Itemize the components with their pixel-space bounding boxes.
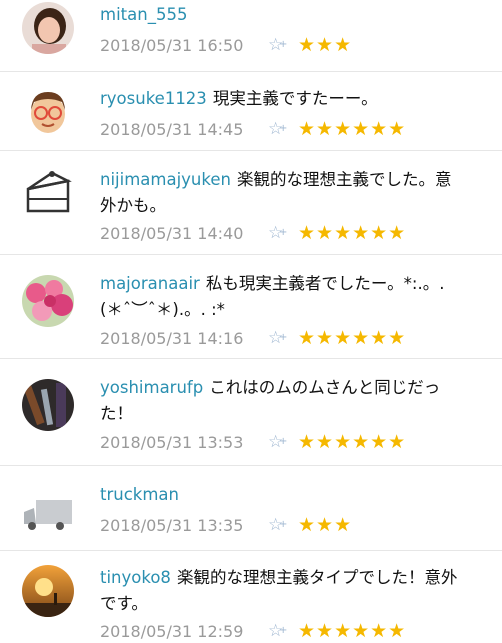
username-link[interactable]: tinyoko8: [100, 568, 171, 587]
flowers-avatar[interactable]: [22, 275, 74, 327]
truck-avatar[interactable]: [22, 486, 74, 538]
sunset-avatar[interactable]: [22, 565, 74, 617]
timestamp: 2018/05/31 16:50: [100, 35, 244, 55]
username-link[interactable]: yoshimarufp: [100, 378, 203, 397]
add-star-icon[interactable]: ☆ +: [268, 621, 298, 641]
star-rating: ★★★★★★: [298, 431, 407, 453]
username-link[interactable]: truckman: [100, 485, 179, 504]
username-link[interactable]: majoranaair: [100, 274, 200, 293]
cartoon-man-avatar[interactable]: [22, 86, 74, 138]
timestamp: 2018/05/31 13:53: [100, 432, 244, 452]
comment-item: tinyoko8 楽観的な理想主義タイプでした！意外です。 2018/05/31 …: [0, 551, 502, 642]
cake-slice-avatar[interactable]: [22, 167, 74, 219]
star-rating: ★★★★★★: [298, 620, 407, 642]
comment-item: nijimamajyuken 楽観的な理想主義でした。意外かも。 2018/05/…: [0, 151, 502, 255]
timestamp: 2018/05/31 14:16: [100, 328, 244, 348]
add-star-icon[interactable]: ☆ +: [268, 35, 298, 55]
comment-item: truckman 2018/05/31 13:35 ☆ + ★★★: [0, 466, 502, 551]
timestamp: 2018/05/31 12:59: [100, 621, 244, 641]
comment-item: yoshimarufp これはのムのムさんと同じだった！ 2018/05/31 1…: [0, 359, 502, 466]
star-rating: ★★★★★★: [298, 118, 407, 140]
add-star-icon[interactable]: ☆ +: [268, 223, 298, 243]
timestamp: 2018/05/31 14:40: [100, 223, 244, 243]
comment-item: ryosuke1123 現実主義ですたーー。 2018/05/31 14:45 ☆…: [0, 72, 502, 151]
timestamp: 2018/05/31 14:45: [100, 119, 244, 139]
add-star-icon[interactable]: ☆ +: [268, 515, 298, 535]
add-star-icon[interactable]: ☆ +: [268, 328, 298, 348]
username-link[interactable]: ryosuke1123: [100, 89, 207, 108]
username-link[interactable]: mitan_555: [100, 5, 187, 24]
star-rating: ★★★★★★: [298, 327, 407, 349]
add-star-icon[interactable]: ☆ +: [268, 432, 298, 452]
star-rating: ★★★: [298, 514, 353, 536]
star-rating: ★★★: [298, 34, 353, 56]
guitar-avatar[interactable]: [22, 379, 74, 431]
timestamp: 2018/05/31 13:35: [100, 515, 244, 535]
username-link[interactable]: nijimamajyuken: [100, 170, 231, 189]
comment-item: majoranaair 私も現実主義者でしたー。*:.。.(＊ˆ︶ˆ＊).。. :…: [0, 255, 502, 359]
add-star-icon[interactable]: ☆ +: [268, 119, 298, 139]
comment-item: mitan_555 2018/05/31 16:50 ☆ + ★★★: [0, 0, 502, 72]
woman-portrait-avatar[interactable]: [22, 2, 74, 54]
comment-text: 現実主義ですたーー。: [212, 89, 378, 108]
star-rating: ★★★★★★: [298, 222, 407, 244]
